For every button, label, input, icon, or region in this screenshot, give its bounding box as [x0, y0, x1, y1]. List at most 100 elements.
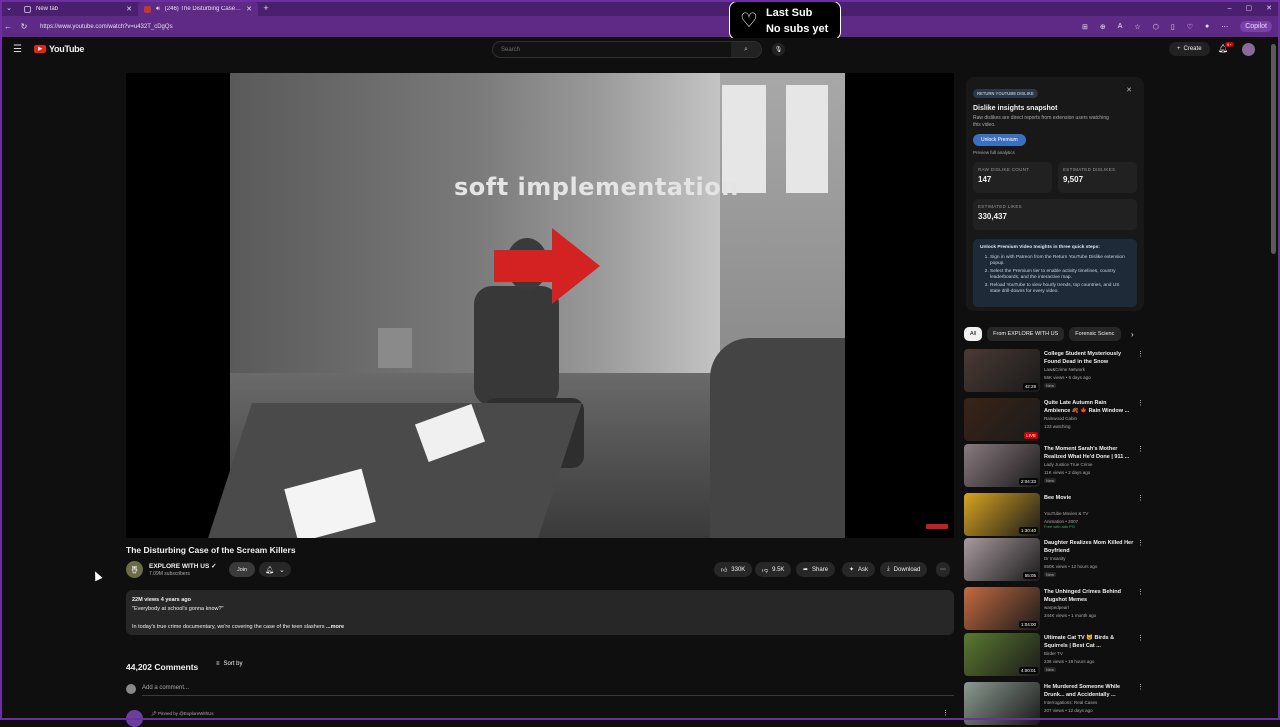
recommended-video[interactable]: 1:30:40 Bee Movie YouTube Movies & TV Anima… [964, 493, 1144, 537]
recommended-video[interactable]: 4:00:01 Ultimate Cat TV 🐱 Birds & Squirre… [964, 633, 1144, 677]
recommended-video[interactable]: He Murdered Someone While Drunk... and A… [964, 682, 1144, 726]
video-thumbnail[interactable]: 1:04:00 [964, 587, 1040, 630]
new-tab-button[interactable]: + [258, 3, 274, 13]
tab-actions-icon[interactable]: ⌄ [0, 4, 18, 12]
download-button[interactable]: ⤓ Download [880, 562, 928, 577]
description-box[interactable]: 22M views 4 years ago "Everybody at scho… [126, 590, 954, 635]
microphone-icon[interactable]: 🎙︎ [772, 43, 785, 56]
add-comment-input[interactable]: Add a comment... [142, 685, 189, 691]
subscription-bell-button[interactable]: 🔔︎ ⌄ [259, 562, 291, 577]
video-thumbnail[interactable]: 4:00:01 [964, 633, 1040, 676]
channel-name[interactable]: warpedpearl [1044, 605, 1069, 610]
estimated-likes-card: ESTIMATED LIKES 330,437 [973, 199, 1137, 230]
more-options-icon[interactable]: ⋮ [1137, 445, 1144, 453]
channel-name[interactable]: Rainwood Cabin [1044, 416, 1077, 421]
copilot-button[interactable]: Copilot [1240, 21, 1272, 32]
recommended-video[interactable]: LIVE Quite Late Autumn Rain Ambience 🍂 🍁 … [964, 398, 1144, 442]
scrollbar[interactable] [1271, 44, 1276, 254]
create-button[interactable]: + Create [1169, 42, 1210, 56]
chip-forensic-science[interactable]: Forensic Scienc [1069, 327, 1122, 341]
video-player[interactable]: soft implementation [126, 73, 954, 538]
video-title[interactable]: Daughter Realizes Mom Killed Her Boyfrie… [1044, 539, 1134, 555]
recommended-video[interactable]: 2:04:33 The Moment Sarah's Mother Realize… [964, 444, 1144, 488]
favorites-icon[interactable]: ♡ [1187, 23, 1193, 31]
video-title[interactable]: The Unhinged Crimes Behind Mugshot Memes [1044, 588, 1134, 604]
channel-name[interactable]: Birder TV [1044, 651, 1063, 656]
video-thumbnail[interactable]: 42:29 [964, 349, 1040, 392]
close-icon[interactable]: ✕ [1126, 86, 1132, 94]
sort-by-button[interactable]: ≡ Sort by [216, 661, 243, 667]
tab-youtube[interactable]: 🔊︎ (246) The Disturbing Case of t ✕ [138, 2, 258, 16]
app-icon[interactable]: ⊞ [1082, 23, 1088, 31]
zoom-icon[interactable]: ⊕ [1100, 23, 1106, 31]
video-title[interactable]: The Moment Sarah's Mother Realized What … [1044, 445, 1134, 461]
menu-icon[interactable]: ☰ [13, 44, 22, 55]
video-title[interactable]: College Student Mysteriously Found Dead … [1044, 350, 1134, 366]
video-title[interactable]: Quite Late Autumn Rain Ambience 🍂 🍁 Rain… [1044, 399, 1134, 415]
preview-analytics-link[interactable]: Preview full analytics [973, 150, 1137, 155]
more-actions-button[interactable]: ⋯ [936, 562, 950, 577]
youtube-logo[interactable]: ▶ YouTube [34, 44, 84, 54]
more-options-icon[interactable]: ⋮ [1137, 539, 1144, 547]
channel-name[interactable]: Dr Insanity [1044, 556, 1066, 561]
video-thumbnail[interactable] [964, 682, 1040, 725]
channel-watermark[interactable] [926, 524, 948, 529]
video-thumbnail[interactable]: 2:04:33 [964, 444, 1040, 487]
video-thumbnail[interactable]: 1:30:40 [964, 493, 1040, 536]
chip-all[interactable]: All [964, 327, 983, 341]
more-options-icon[interactable]: ⋮ [1137, 683, 1144, 691]
recommended-video[interactable]: 55:05 Daughter Realizes Mom Killed Her Bo… [964, 538, 1144, 582]
maximize-icon[interactable]: ▢ [1246, 4, 1253, 12]
refresh-icon[interactable]: ↻ [16, 22, 32, 31]
speaker-icon[interactable]: 🔊︎ [156, 6, 160, 13]
read-aloud-icon[interactable]: A [1118, 23, 1123, 30]
video-title[interactable]: Ultimate Cat TV 🐱 Birds & Squirrels | Be… [1044, 634, 1134, 650]
comment-menu-icon[interactable]: ⋮ [942, 709, 949, 717]
close-window-icon[interactable]: ✕ [1266, 4, 1272, 12]
tab-close-icon[interactable]: ✕ [246, 5, 252, 13]
tab-close-icon[interactable]: ✕ [126, 5, 132, 13]
unlock-premium-button[interactable]: Unlock Premium [973, 134, 1026, 146]
show-more-link[interactable]: ...more [326, 624, 344, 630]
more-options-icon[interactable]: ⋮ [1137, 634, 1144, 642]
overlay-line-2: No subs yet [765, 22, 829, 35]
ask-button[interactable]: ✦ Ask [842, 562, 876, 577]
channel-name[interactable]: Lady Justice True Crime [1044, 462, 1093, 467]
share-label: Share [812, 566, 829, 573]
recommended-video[interactable]: 1:04:00 The Unhinged Crimes Behind Mugsho… [964, 587, 1144, 631]
channel-name[interactable]: Interrogations: Real Cases [1044, 700, 1097, 705]
more-options-icon[interactable]: ⋮ [1137, 494, 1144, 502]
extensions-icon[interactable]: ⬡ [1153, 23, 1159, 31]
minimize-icon[interactable]: – [1228, 5, 1232, 12]
profile-icon[interactable]: ● [1205, 23, 1209, 30]
join-button[interactable]: Join [229, 562, 256, 577]
split-screen-icon[interactable]: ▯ [1171, 23, 1175, 31]
channel-name[interactable]: YouTube Movies & TV [1044, 511, 1088, 516]
pinned-comment-avatar[interactable] [126, 710, 143, 727]
dislike-button[interactable]: 👎︎ 9.5K [755, 562, 792, 577]
tab-new-tab[interactable]: New tab ✕ [18, 2, 138, 16]
channel-avatar[interactable]: 🦉︎ [126, 561, 143, 578]
url-field[interactable]: https://www.youtube.com/watch?v=u432T_cD… [40, 24, 1082, 30]
video-title[interactable]: He Murdered Someone While Drunk... and A… [1044, 683, 1134, 699]
channel-name[interactable]: Law&Crime Network [1044, 367, 1085, 372]
channel-name[interactable]: EXPLORE WITH US ✓ [149, 562, 217, 570]
search-input[interactable]: Search [493, 47, 731, 53]
account-avatar[interactable] [1242, 43, 1255, 56]
more-icon[interactable]: ⋯ [1221, 23, 1228, 31]
video-thumbnail[interactable]: LIVE [964, 398, 1040, 441]
favorite-star-icon[interactable]: ☆ [1134, 23, 1140, 31]
share-button[interactable]: ➦ Share [796, 562, 836, 577]
video-thumbnail[interactable]: 55:05 [964, 538, 1040, 581]
like-button[interactable]: 👍︎ 330K [714, 562, 753, 577]
more-options-icon[interactable]: ⋮ [1137, 588, 1144, 596]
search-box[interactable]: Search ⌕ [492, 41, 762, 58]
video-title[interactable]: Bee Movie [1044, 494, 1134, 502]
more-options-icon[interactable]: ⋮ [1137, 350, 1144, 358]
chevron-right-icon[interactable]: › [1131, 330, 1134, 339]
recommended-video[interactable]: 42:29 College Student Mysteriously Found … [964, 349, 1144, 393]
chip-from-channel[interactable]: From EXPLORE WITH US [987, 327, 1065, 341]
more-options-icon[interactable]: ⋮ [1137, 399, 1144, 407]
search-icon[interactable]: ⌕ [731, 42, 761, 57]
back-icon[interactable]: ← [0, 22, 16, 31]
